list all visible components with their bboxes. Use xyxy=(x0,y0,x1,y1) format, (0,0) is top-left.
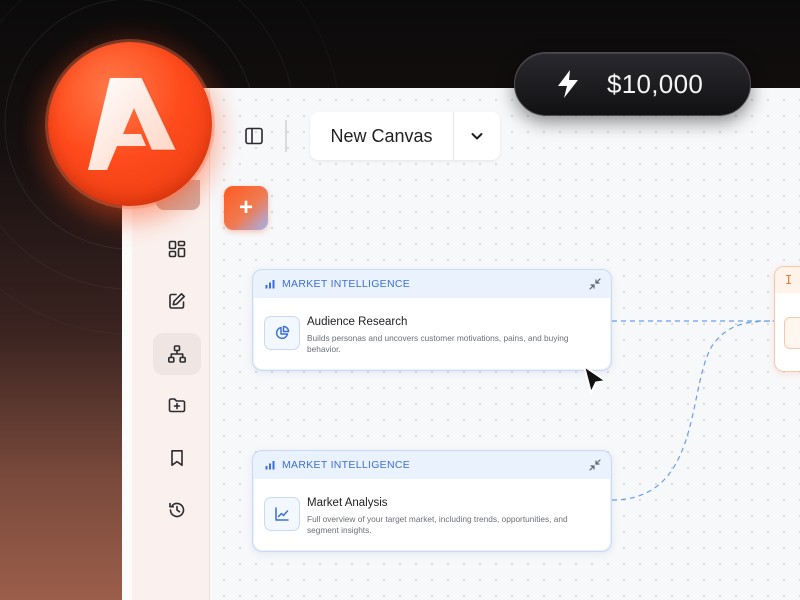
partial-card-icon-box xyxy=(784,317,800,349)
canvas-dropdown-button[interactable] xyxy=(454,112,500,160)
panel-toggle-button[interactable] xyxy=(242,124,266,148)
node-card-audience-research[interactable]: MARKET INTELLIGENCE Audience Research Bu… xyxy=(252,269,612,371)
sidebar-item-workflow[interactable] xyxy=(153,333,201,375)
balance-amount: $10,000 xyxy=(607,68,704,99)
lightning-bolt-icon xyxy=(558,70,578,98)
plus-icon: + xyxy=(238,194,253,221)
card-body: Audience Research Builds personas and un… xyxy=(254,298,610,369)
sidebar-item-edit[interactable] xyxy=(153,280,201,322)
pie-chart-icon xyxy=(275,325,290,340)
dashboard-grid-icon xyxy=(168,240,186,258)
sidebar-panel-icon xyxy=(245,127,263,145)
canvas-name: New Canvas xyxy=(330,125,433,146)
logo-mark-icon xyxy=(88,77,178,170)
card-icon-box xyxy=(264,497,300,531)
balance-badge: $10,000 xyxy=(514,52,751,116)
app-logo xyxy=(48,42,212,206)
sitemap-icon xyxy=(167,345,186,363)
card-category: MARKET INTELLIGENCE xyxy=(282,459,411,471)
canvas-selector[interactable]: New Canvas xyxy=(310,112,500,160)
card-body: Market Analysis Full overview of your ta… xyxy=(254,479,610,550)
folder-plus-icon xyxy=(168,398,186,413)
collapse-icon[interactable] xyxy=(589,459,601,471)
sidebar-item-new-folder[interactable] xyxy=(153,384,201,426)
text-cursor-icon: I xyxy=(785,273,793,287)
sidebar-item-history[interactable] xyxy=(153,489,201,531)
card-title: Market Analysis xyxy=(307,497,388,509)
toolbar-divider xyxy=(285,120,287,152)
chevron-down-icon xyxy=(471,133,483,140)
card-header: MARKET INTELLIGENCE xyxy=(253,451,611,479)
node-card-partial[interactable]: I xyxy=(774,266,800,372)
history-icon xyxy=(169,502,185,518)
card-category: MARKET INTELLIGENCE xyxy=(282,278,411,290)
card-icon-box xyxy=(264,316,300,350)
collapse-icon[interactable] xyxy=(589,278,601,290)
bar-chart-icon xyxy=(265,280,275,289)
card-description: Builds personas and uncovers customer mo… xyxy=(307,333,569,354)
edit-icon xyxy=(169,293,185,309)
card-header: MARKET INTELLIGENCE xyxy=(253,270,611,298)
node-card-market-analysis[interactable]: MARKET INTELLIGENCE Market Analysis Full… xyxy=(252,450,612,552)
add-node-button[interactable]: + xyxy=(224,186,268,230)
sidebar-item-dashboard[interactable] xyxy=(153,228,201,270)
line-chart-icon xyxy=(275,507,289,521)
card-title: Audience Research xyxy=(307,316,408,328)
card-description: Full overview of your target market, inc… xyxy=(307,514,568,535)
bar-chart-icon xyxy=(265,461,275,470)
bookmark-icon xyxy=(171,450,183,466)
mouse-cursor-icon xyxy=(583,365,607,394)
sidebar-item-bookmarks[interactable] xyxy=(153,437,201,479)
